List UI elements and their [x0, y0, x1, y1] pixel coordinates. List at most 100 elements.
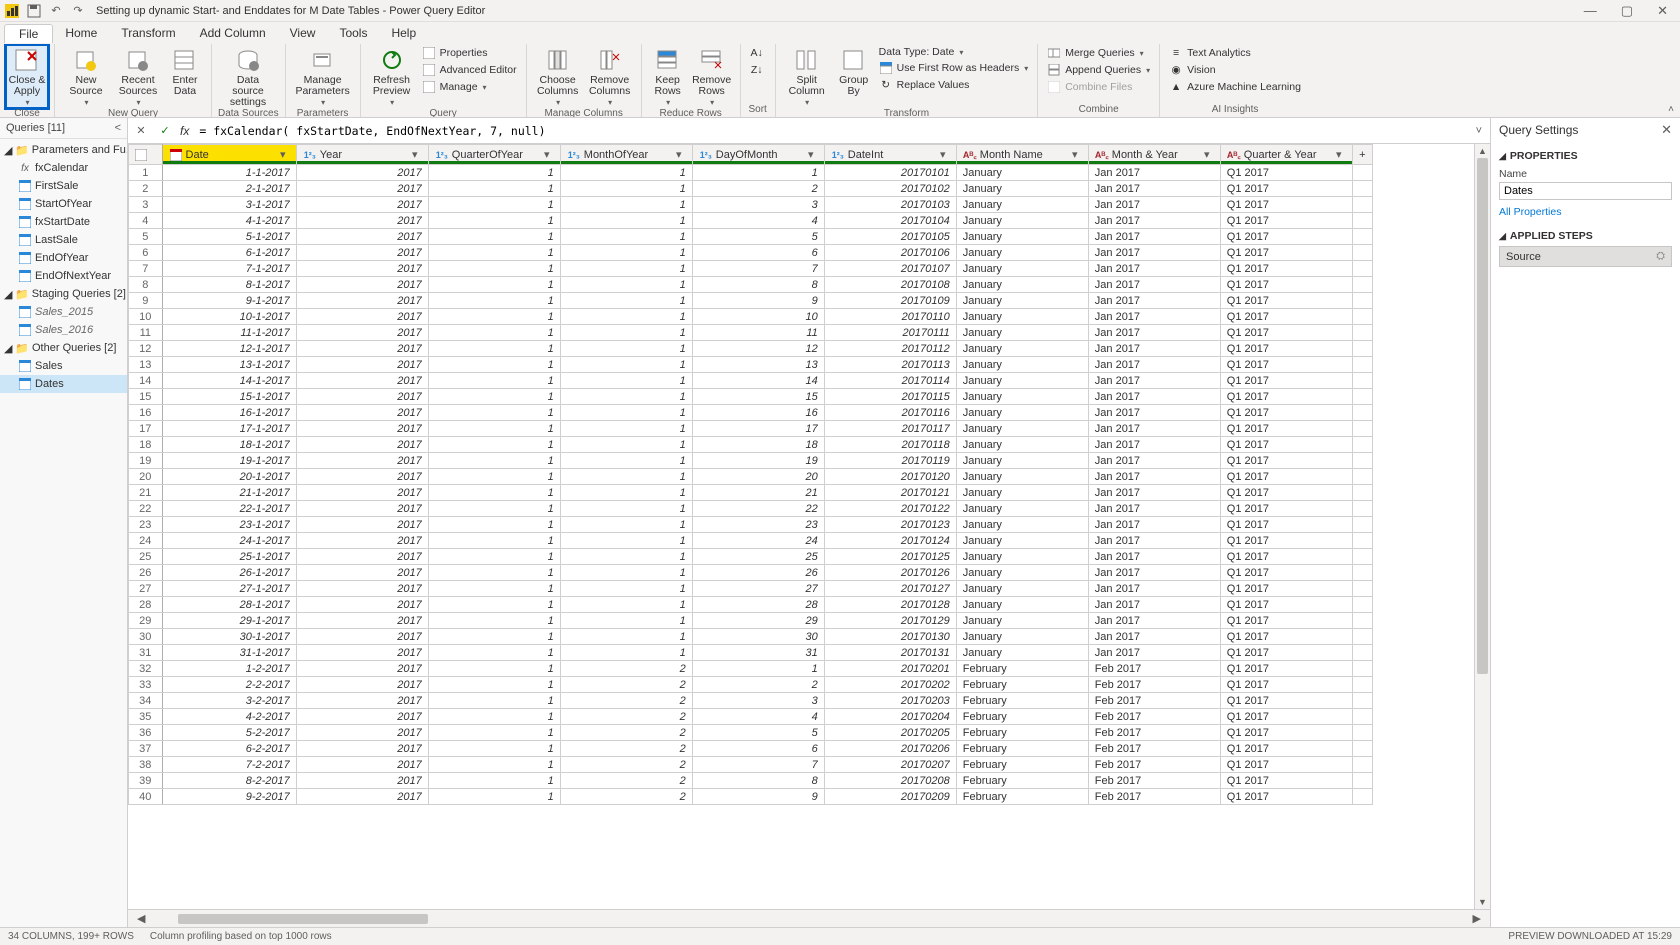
- cell[interactable]: Jan 2017: [1088, 645, 1220, 661]
- cell[interactable]: 20170113: [824, 357, 956, 373]
- cell[interactable]: 20170205: [824, 725, 956, 741]
- cell[interactable]: Jan 2017: [1088, 373, 1220, 389]
- query-item[interactable]: EndOfNextYear: [0, 267, 127, 285]
- cell[interactable]: 1: [428, 309, 560, 325]
- cell[interactable]: Feb 2017: [1088, 709, 1220, 725]
- cell[interactable]: Q1 2017: [1220, 469, 1352, 485]
- close-apply-button[interactable]: Close & Apply▾: [6, 45, 48, 108]
- cell[interactable]: Q1 2017: [1220, 565, 1352, 581]
- column-header[interactable]: Aᴮ꜀Quarter & Year▾: [1220, 145, 1352, 165]
- cell[interactable]: 20170116: [824, 405, 956, 421]
- collapse-ribbon-icon[interactable]: ˄: [1668, 104, 1674, 115]
- recent-sources-button[interactable]: Recent Sources▾: [113, 45, 163, 108]
- cell[interactable]: 2017: [296, 645, 428, 661]
- cell[interactable]: Q1 2017: [1220, 389, 1352, 405]
- cell[interactable]: January: [956, 389, 1088, 405]
- cell[interactable]: 1: [560, 565, 692, 581]
- row-number[interactable]: 17: [129, 421, 163, 437]
- cell[interactable]: 2: [560, 709, 692, 725]
- cell[interactable]: 19-1-2017: [162, 453, 296, 469]
- row-number[interactable]: 14: [129, 373, 163, 389]
- cell[interactable]: 1: [560, 165, 692, 181]
- cell[interactable]: 16: [692, 405, 824, 421]
- manage-query-button[interactable]: Manage▾: [419, 79, 520, 95]
- query-item[interactable]: Sales_2016: [0, 321, 127, 339]
- query-item[interactable]: EndOfYear: [0, 249, 127, 267]
- data-source-settings-button[interactable]: Data source settings: [218, 45, 278, 108]
- expand-formula-icon[interactable]: ˅: [1472, 125, 1486, 137]
- cell[interactable]: January: [956, 581, 1088, 597]
- cell[interactable]: Feb 2017: [1088, 661, 1220, 677]
- cell[interactable]: 25: [692, 549, 824, 565]
- cell[interactable]: 1: [560, 613, 692, 629]
- cell[interactable]: 1: [428, 213, 560, 229]
- cell[interactable]: 1: [692, 165, 824, 181]
- cell[interactable]: 1: [428, 245, 560, 261]
- row-number[interactable]: 26: [129, 565, 163, 581]
- cell[interactable]: 2017: [296, 661, 428, 677]
- cell[interactable]: 20170207: [824, 757, 956, 773]
- cell[interactable]: Q1 2017: [1220, 581, 1352, 597]
- cell[interactable]: 3-1-2017: [162, 197, 296, 213]
- query-item[interactable]: fxStartDate: [0, 213, 127, 231]
- scroll-down-icon[interactable]: ▼: [1475, 895, 1490, 909]
- cell[interactable]: Q1 2017: [1220, 501, 1352, 517]
- column-header[interactable]: 1²₃DayOfMonth▾: [692, 145, 824, 165]
- query-item[interactable]: FirstSale: [0, 177, 127, 195]
- cell[interactable]: 2: [692, 677, 824, 693]
- cell[interactable]: 13-1-2017: [162, 357, 296, 373]
- cell[interactable]: 8: [692, 773, 824, 789]
- cell[interactable]: 1: [428, 549, 560, 565]
- cell[interactable]: Q1 2017: [1220, 341, 1352, 357]
- cell[interactable]: Q1 2017: [1220, 533, 1352, 549]
- remove-columns-button[interactable]: Remove Columns▾: [585, 45, 635, 108]
- cell[interactable]: 2017: [296, 261, 428, 277]
- cell[interactable]: 15: [692, 389, 824, 405]
- cell[interactable]: January: [956, 533, 1088, 549]
- cell[interactable]: 22: [692, 501, 824, 517]
- cell[interactable]: 2017: [296, 373, 428, 389]
- cell[interactable]: 27: [692, 581, 824, 597]
- cell[interactable]: 1-2-2017: [162, 661, 296, 677]
- cell[interactable]: February: [956, 693, 1088, 709]
- cell[interactable]: 20170201: [824, 661, 956, 677]
- cell[interactable]: 2: [692, 181, 824, 197]
- row-number[interactable]: 8: [129, 277, 163, 293]
- cell[interactable]: 20170117: [824, 421, 956, 437]
- gear-icon[interactable]: ⛭: [1656, 250, 1665, 263]
- query-item[interactable]: StartOfYear: [0, 195, 127, 213]
- cell[interactable]: 25-1-2017: [162, 549, 296, 565]
- cell[interactable]: January: [956, 213, 1088, 229]
- cell[interactable]: Q1 2017: [1220, 725, 1352, 741]
- row-number[interactable]: 37: [129, 741, 163, 757]
- cell[interactable]: Feb 2017: [1088, 741, 1220, 757]
- cell[interactable]: 1: [560, 373, 692, 389]
- commit-formula-icon[interactable]: ✓: [156, 124, 174, 137]
- datatype-icon[interactable]: Aᴮ꜀: [1227, 148, 1241, 162]
- cell[interactable]: 20: [692, 469, 824, 485]
- sort-asc-button[interactable]: A↓: [747, 45, 769, 61]
- add-column-button[interactable]: +: [1352, 145, 1372, 165]
- cell[interactable]: January: [956, 629, 1088, 645]
- cell[interactable]: Q1 2017: [1220, 245, 1352, 261]
- cell[interactable]: Jan 2017: [1088, 437, 1220, 453]
- cell[interactable]: Q1 2017: [1220, 309, 1352, 325]
- cell[interactable]: 2017: [296, 357, 428, 373]
- cell[interactable]: Jan 2017: [1088, 597, 1220, 613]
- query-folder[interactable]: ◢📁Parameters and Fu...: [0, 141, 127, 159]
- cell[interactable]: 1: [560, 197, 692, 213]
- cell[interactable]: Feb 2017: [1088, 789, 1220, 805]
- row-number[interactable]: 23: [129, 517, 163, 533]
- filter-icon[interactable]: ▾: [936, 148, 950, 162]
- datatype-icon[interactable]: 1²₃: [831, 148, 845, 162]
- cell[interactable]: 2017: [296, 629, 428, 645]
- cell[interactable]: 20170107: [824, 261, 956, 277]
- cell[interactable]: 1: [560, 309, 692, 325]
- filter-icon[interactable]: ▾: [1068, 148, 1082, 162]
- row-number[interactable]: 18: [129, 437, 163, 453]
- cell[interactable]: 27-1-2017: [162, 581, 296, 597]
- cell[interactable]: Jan 2017: [1088, 549, 1220, 565]
- cell[interactable]: 1: [560, 453, 692, 469]
- column-header[interactable]: 1²₃DateInt▾: [824, 145, 956, 165]
- cell[interactable]: Q1 2017: [1220, 421, 1352, 437]
